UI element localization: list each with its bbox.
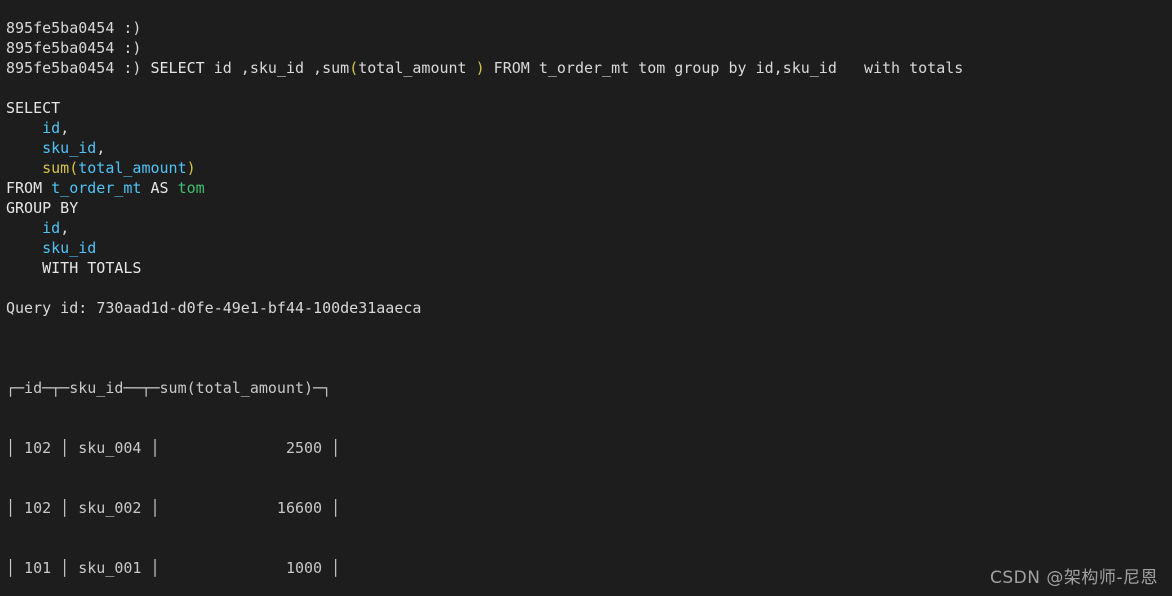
query-indent-4 [6, 219, 42, 237]
query-with-totals-keyword: WITH TOTALS [42, 259, 142, 277]
query-indent-2 [6, 139, 42, 157]
query-indent-5 [6, 239, 42, 257]
query-group-column-id: id [42, 219, 61, 237]
table-row: │ 102 │ sku_004 │ 2500 │ [6, 439, 341, 457]
query-line-select: SELECT [6, 98, 1172, 118]
command-echo-prompt: 895fe5ba0454 :) [6, 59, 151, 77]
query-select-keyword: SELECT [6, 99, 61, 117]
query-comma-3: , [60, 219, 70, 237]
result-table-header-border: ┌─id─┬─sku_id──┬─sum(total_amount)─┐ [6, 379, 332, 397]
prompt-line-2: 895fe5ba0454 :) [6, 39, 142, 57]
query-sum-open-paren: ( [69, 159, 79, 177]
query-group-by-keyword: GROUP BY [6, 199, 79, 217]
query-indent-3 [6, 159, 42, 177]
query-comma-2: , [96, 139, 106, 157]
command-echo-select-keyword: SELECT [150, 59, 205, 77]
command-echo-close-paren: ) [475, 59, 485, 77]
query-indent-1 [6, 119, 42, 137]
query-group-column-sku-id: sku_id [42, 239, 97, 257]
command-echo-tail: FROM t_order_mt tom group by id,sku_id w… [484, 59, 964, 77]
query-column-sku-id: sku_id [42, 139, 97, 157]
query-line-with-totals: WITH TOTALS [6, 258, 1172, 278]
terminal-window[interactable]: 3 rows in set. Elapsed: 0.003 sec. 895fe… [0, 0, 1172, 596]
command-echo-line: 895fe5ba0454 :) SELECT id ,sku_id ,sum(t… [6, 58, 1172, 78]
query-line-group-id: id, [6, 218, 1172, 238]
query-line-group-sku-id: sku_id [6, 238, 1172, 258]
command-echo-inner-arg: total_amount [358, 59, 476, 77]
command-echo-open-paren: ( [349, 59, 359, 77]
query-comma-1: , [60, 119, 70, 137]
query-from-table: t_order_mt [51, 179, 142, 197]
query-id-line: Query id: 730aad1d-d0fe-49e1-bf44-100de3… [6, 298, 1172, 318]
query-column-id: id [42, 119, 61, 137]
table-row: │ 102 │ sku_002 │ 16600 │ [6, 499, 341, 517]
query-line-group-by: GROUP BY [6, 198, 1172, 218]
query-table-alias: tom [177, 179, 205, 197]
csdn-watermark: CSDN @架构师-尼恩 [989, 568, 1158, 588]
spacer-line-3 [6, 278, 1172, 298]
query-from-keyword: FROM [6, 179, 52, 197]
query-line-from: FROM t_order_mt AS tom [6, 178, 1172, 198]
query-as-keyword: AS [141, 179, 178, 197]
result-table: ┌─id─┬─sku_id──┬─sum(total_amount)─┐ │ 1… [6, 338, 1172, 596]
spacer-line-2 [6, 78, 1172, 98]
query-sum-argument: total_amount [78, 159, 187, 177]
query-sum-function: sum [42, 159, 70, 177]
spacer-line-4 [6, 318, 1172, 338]
query-id-value: 730aad1d-d0fe-49e1-bf44-100de31aaeca [96, 299, 422, 317]
query-indent-6 [6, 259, 42, 277]
query-id-label: Query id: [6, 299, 97, 317]
command-echo-columns: id ,sku_id ,sum [204, 59, 350, 77]
query-line-col-sum: sum(total_amount) [6, 158, 1172, 178]
query-line-col-id: id, [6, 118, 1172, 138]
query-line-col-sku-id: sku_id, [6, 138, 1172, 158]
prompt-line-1: 895fe5ba0454 :) [6, 19, 142, 37]
query-sum-close-paren: ) [186, 159, 196, 177]
